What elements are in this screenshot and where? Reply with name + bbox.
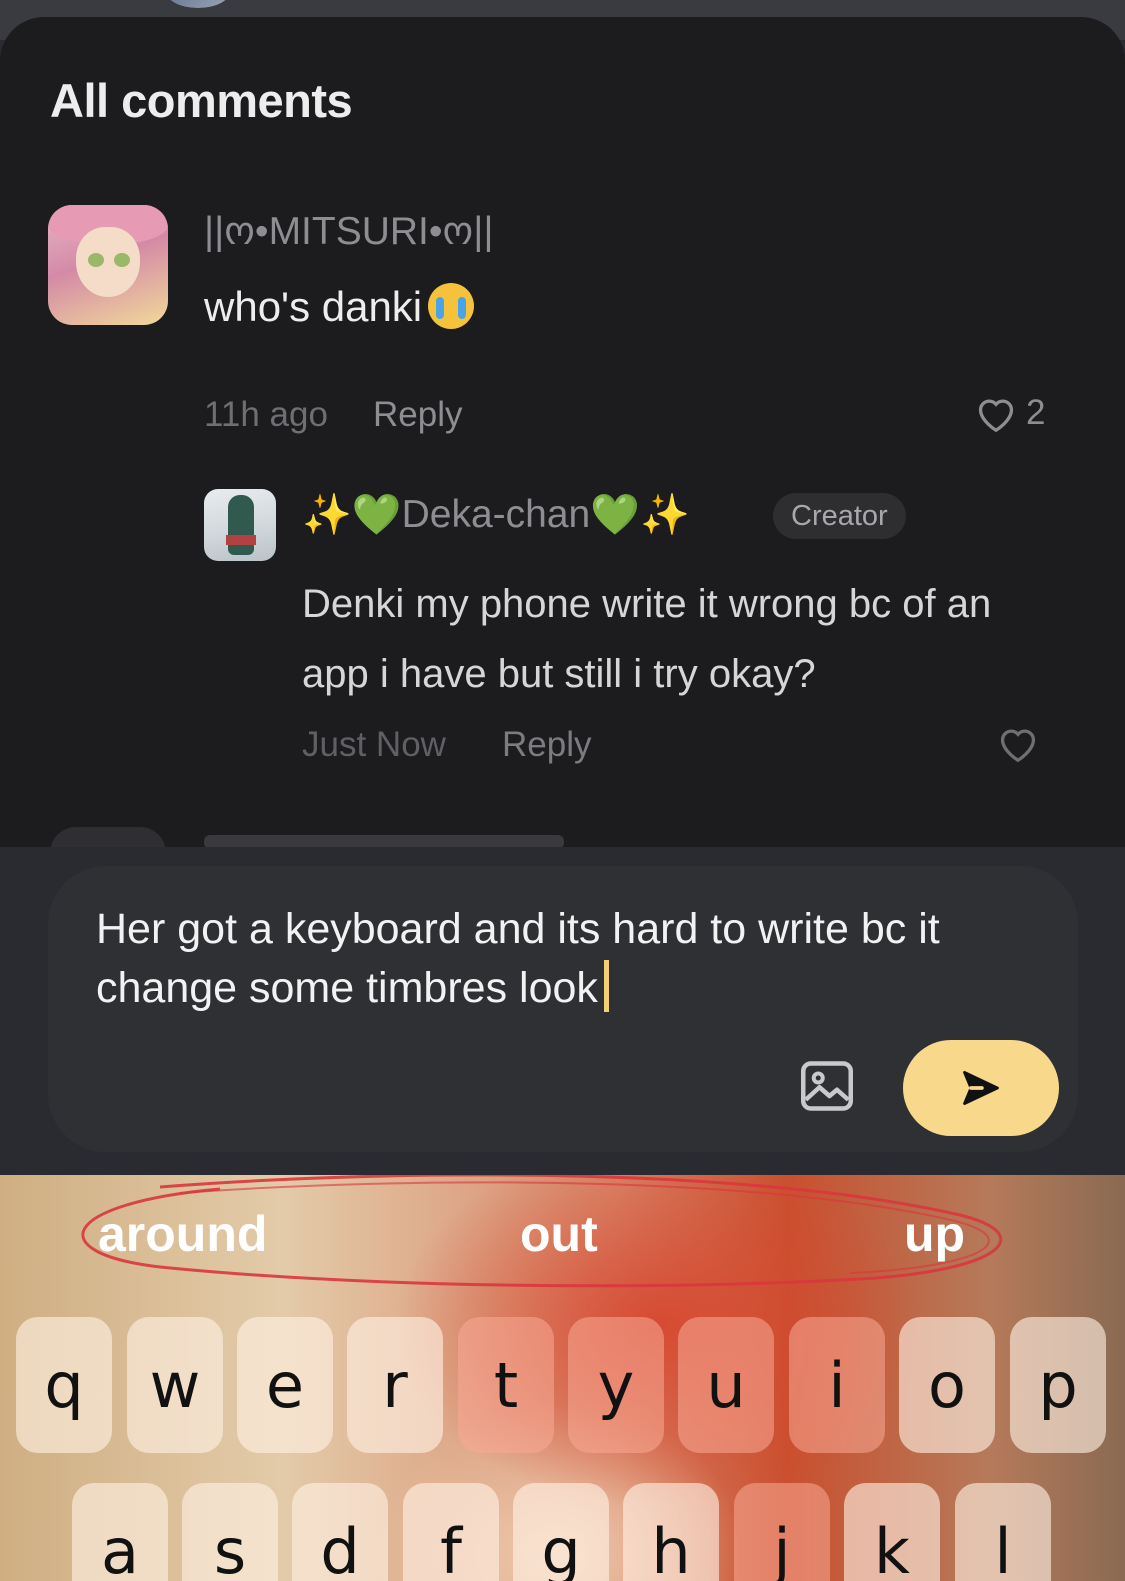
key-r[interactable]: r <box>347 1317 443 1453</box>
reply-reply-button[interactable]: Reply <box>502 725 591 765</box>
crying-emoji-icon <box>428 283 475 329</box>
key-l[interactable]: l <box>955 1483 1051 1581</box>
key-t[interactable]: t <box>458 1317 554 1453</box>
comment-timestamp: 11h ago <box>204 395 328 434</box>
key-a[interactable]: a <box>72 1483 168 1581</box>
like-button[interactable]: 2 <box>974 393 1045 433</box>
heart-icon <box>978 399 1014 433</box>
red-scribble-annotation <box>81 1175 1003 1288</box>
key-w[interactable]: w <box>127 1317 223 1453</box>
key-k[interactable]: k <box>844 1483 940 1581</box>
next-comment-avatar <box>50 827 166 847</box>
key-e[interactable]: e <box>237 1317 333 1453</box>
reply-button[interactable]: Reply <box>373 395 462 435</box>
comment-composer[interactable]: Her got a keyboard and its hard to write… <box>48 866 1078 1152</box>
comments-sheet: All comments ||ო•MITSURI•ო|| who's danki… <box>0 17 1125 847</box>
keyboard: around out up q w e r t y u i o p a s d … <box>0 1175 1125 1581</box>
reply-avatar[interactable] <box>204 489 276 561</box>
comment-input[interactable]: Her got a keyboard and its hard to write… <box>96 900 1036 1018</box>
key-q[interactable]: q <box>16 1317 112 1453</box>
next-comment-username <box>204 835 564 847</box>
attach-image-button[interactable] <box>797 1056 857 1116</box>
send-icon <box>963 1071 999 1105</box>
key-y[interactable]: y <box>568 1317 664 1453</box>
key-i[interactable]: i <box>789 1317 885 1453</box>
comment-body: who's danki <box>204 283 423 330</box>
reply-username-text: Deka-chan <box>401 492 591 536</box>
like-count: 2 <box>1026 393 1046 432</box>
key-o[interactable]: o <box>899 1317 995 1453</box>
avatar[interactable] <box>48 205 168 325</box>
sparkles-icon: ✨ <box>302 493 352 537</box>
key-f[interactable]: f <box>403 1483 499 1581</box>
key-s[interactable]: s <box>182 1483 278 1581</box>
creator-badge: Creator <box>773 493 906 539</box>
key-u[interactable]: u <box>678 1317 774 1453</box>
reply-like-button[interactable] <box>996 723 1040 768</box>
reply-username[interactable]: ✨ 💚 Deka-chan 💚 ✨ <box>302 491 690 538</box>
reply-text: Denki my phone write it wrong bc of an a… <box>302 582 992 696</box>
comment-username[interactable]: ||ო•MITSURI•ო|| <box>204 209 493 254</box>
key-j[interactable]: j <box>734 1483 830 1581</box>
send-button[interactable] <box>903 1040 1059 1136</box>
key-h[interactable]: h <box>623 1483 719 1581</box>
key-g[interactable]: g <box>513 1483 609 1581</box>
comment-input-text: Her got a keyboard and its hard to write… <box>96 905 940 1012</box>
reply-timestamp: Just Now <box>302 725 446 764</box>
sparkles-icon: ✨ <box>640 493 690 537</box>
sheet-title: All comments <box>50 74 353 127</box>
key-d[interactable]: d <box>292 1483 388 1581</box>
green-heart-icon: 💚 <box>590 493 641 537</box>
image-icon <box>801 1061 853 1111</box>
key-p[interactable]: p <box>1010 1317 1106 1453</box>
text-caret <box>603 960 609 1012</box>
comment-text: who's danki <box>204 283 475 331</box>
heart-icon <box>1000 729 1036 763</box>
green-heart-icon: 💚 <box>351 493 402 537</box>
